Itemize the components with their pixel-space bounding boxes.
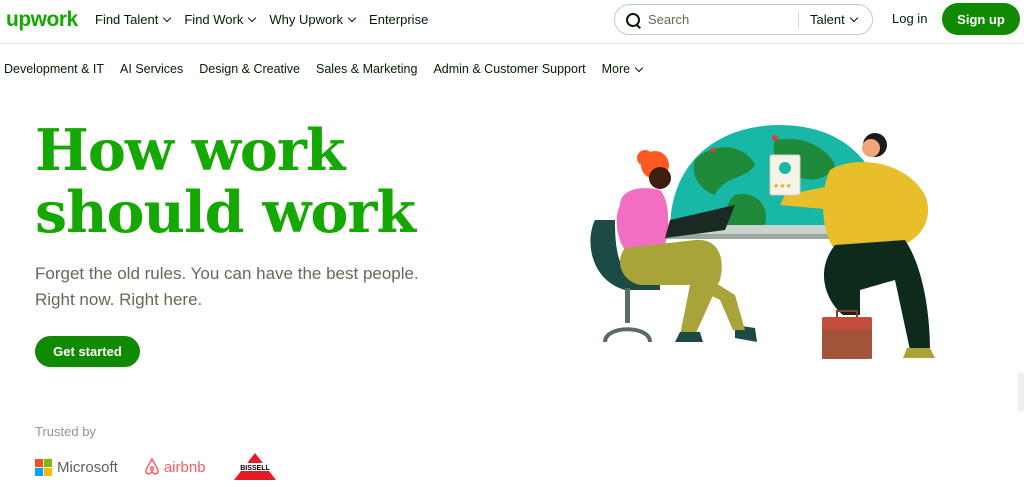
bissell-logo-icon: BISSELL [233,453,276,480]
search-input[interactable] [648,12,798,27]
bissell-wordmark: BISSELL [240,465,270,472]
person-head [649,167,671,189]
briefcase-sheen [822,330,872,359]
top-navigation: upwork Find Talent Find Work Why Upwork … [0,0,1024,44]
main-nav: Find Talent Find Work Why Upwork Enterpr… [95,12,442,27]
person-hair-bun [637,150,653,166]
category-design-creative[interactable]: Design & Creative [199,62,300,76]
scrollbar-thumb[interactable] [1018,372,1024,412]
login-link[interactable]: Log in [892,11,927,26]
chevron-down-icon [347,13,357,23]
airbnb-logo-text: airbnb [163,458,206,476]
search-category-select[interactable]: Talent [810,12,858,27]
chevron-down-icon [849,13,858,23]
star-rating-icon: ★★★ [773,182,792,190]
chevron-down-icon [634,63,644,72]
microsoft-logo-icon [35,458,52,476]
chair-post [625,288,630,323]
nav-label: Why Upwork [269,12,344,27]
chevron-down-icon [163,13,172,23]
map-pin-icon [772,135,778,141]
chair-base [603,327,652,343]
airbnb-logo-icon [145,458,159,475]
category-ai-services[interactable]: AI Services [120,62,183,76]
category-sales-marketing[interactable]: Sales & Marketing [316,62,417,76]
brand-logos: Microsoft airbnb BISSELL [35,452,304,482]
category-more-label: More [601,62,631,76]
search-icon[interactable] [626,12,640,27]
nav-find-talent[interactable]: Find Talent [95,12,172,27]
search-bar: Talent [614,4,873,35]
microsoft-logo-text: Microsoft [57,458,118,476]
get-started-button[interactable]: Get started [35,336,140,367]
bissell-logo: BISSELL [232,452,278,482]
category-bar: Development & IT AI Services Design & Cr… [4,62,658,76]
hero-subtitle: Forget the old rules. You can have the b… [35,261,455,313]
nav-label: Find Work [184,12,244,27]
microsoft-logo: Microsoft [35,458,118,476]
person-shoe [903,348,935,358]
hero-title-line: should work [35,179,416,246]
nav-find-work[interactable]: Find Work [184,12,257,27]
search-category-label: Talent [810,12,845,27]
nav-enterprise[interactable]: Enterprise [369,12,428,27]
person-torso [616,188,669,250]
hero-subtitle-line: Right now. Right here. [35,290,203,309]
upwork-logo[interactable]: upwork [6,8,78,32]
person-shoe [675,332,703,342]
airbnb-logo: airbnb [144,458,206,476]
nav-label: Find Talent [95,12,159,27]
category-development-it[interactable]: Development & IT [4,62,104,76]
trusted-by-label: Trusted by [35,424,96,439]
map-pin-icon [710,147,716,153]
nav-why-upwork[interactable]: Why Upwork [269,12,357,27]
category-admin-support[interactable]: Admin & Customer Support [433,62,585,76]
hero-title: How work should work [35,120,455,244]
search-divider [798,10,799,29]
category-more[interactable]: More [601,62,644,76]
nav-label: Enterprise [369,12,429,27]
hero-title-line: How work [35,117,345,184]
profile-card-avatar [779,162,791,174]
hero-subtitle-line: Forget the old rules. You can have the b… [35,264,419,283]
person-face [862,139,880,157]
hero-illustration: ★★★ [590,125,935,359]
signup-button[interactable]: Sign up [942,3,1020,35]
person-torso [823,162,929,250]
chevron-down-icon [248,13,257,23]
